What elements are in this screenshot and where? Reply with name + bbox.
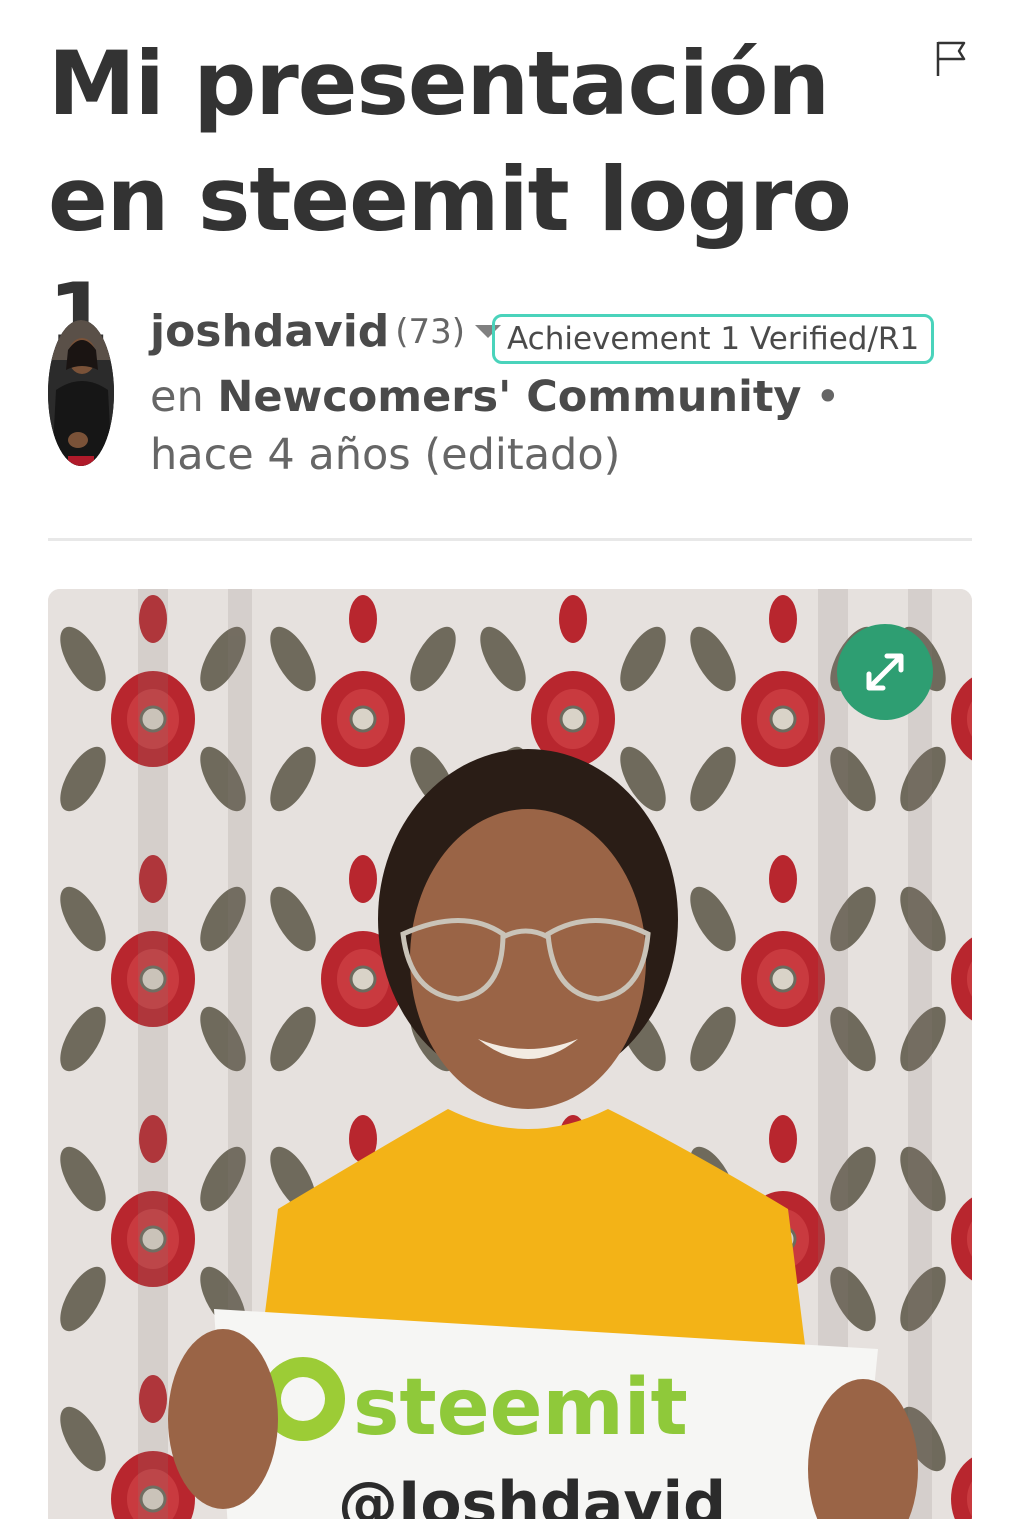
expand-icon xyxy=(866,653,904,691)
in-label: en xyxy=(150,372,204,422)
meta-separator: • xyxy=(815,372,841,422)
expand-image-button[interactable] xyxy=(837,624,933,720)
flag-icon[interactable] xyxy=(930,38,970,78)
author-link[interactable]: joshdavid xyxy=(150,306,389,357)
achievement-badge[interactable]: Achievement 1 Verified/R1 xyxy=(492,314,935,364)
author-line: joshdavid (73) xyxy=(150,306,502,366)
divider xyxy=(48,538,972,541)
post-image[interactable]: steemit @Joshdavid xyxy=(48,589,972,1519)
sign-text: steemit xyxy=(353,1363,688,1453)
community-line: en Newcomers' Community • hace 4 años (e… xyxy=(150,368,930,484)
avatar[interactable] xyxy=(48,320,114,466)
author-reputation: (73) xyxy=(395,311,466,352)
community-link[interactable]: Newcomers' Community xyxy=(217,372,801,422)
sign-handle: @Joshdavid xyxy=(338,1469,726,1519)
post-time: hace 4 años (editado) xyxy=(150,430,621,480)
